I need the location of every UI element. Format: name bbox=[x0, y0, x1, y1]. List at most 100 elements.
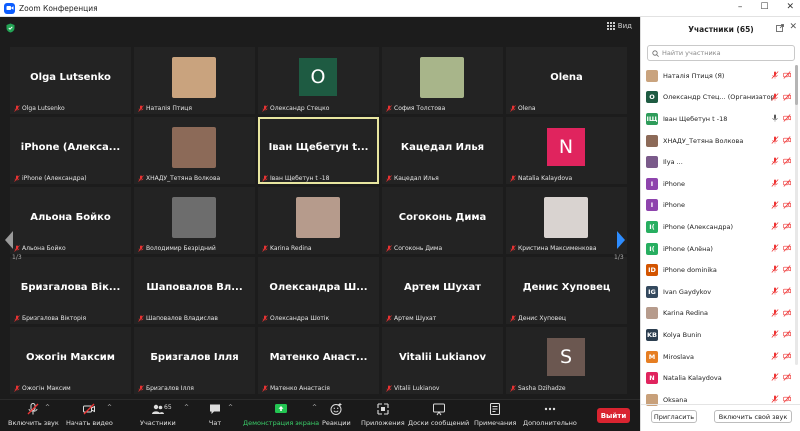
participant-tile[interactable]: София Толстова bbox=[382, 47, 503, 114]
unmute-button[interactable]: Включить звук bbox=[8, 402, 59, 427]
participant-avatar: IG bbox=[646, 285, 658, 298]
participant-tile[interactable]: O Олександр Стецко bbox=[258, 47, 379, 114]
participant-tile[interactable]: Шаповалов Вл... Шаповалов Владислав bbox=[134, 257, 255, 324]
tile-display-name: Артем Шухат bbox=[404, 282, 481, 293]
participant-name: iPhone bbox=[663, 201, 685, 210]
participant-tile[interactable]: Альона Бойко Альона Бойко bbox=[10, 187, 131, 254]
minimize-icon[interactable]: – bbox=[738, 2, 743, 12]
participant-tile[interactable]: Vitalii Lukianov Vitalii Lukianov bbox=[382, 327, 503, 394]
participant-tile[interactable]: Наталія Птиця bbox=[134, 47, 255, 114]
participant-row[interactable]: I(iPhone (Алёна) bbox=[641, 238, 793, 260]
start-video-button[interactable]: Начать видео bbox=[66, 402, 113, 427]
participant-tile[interactable]: Ожогін Максим Ожогін Максим bbox=[10, 327, 131, 394]
camera-off-icon bbox=[783, 308, 791, 317]
share-screen-button[interactable]: Демонстрация экрана bbox=[243, 402, 319, 427]
participant-row[interactable]: Karina Redina bbox=[641, 303, 793, 325]
more-button[interactable]: Дополнительно bbox=[523, 402, 577, 427]
notes-button[interactable]: Примечания bbox=[474, 402, 516, 427]
apps-button[interactable]: Приложения bbox=[361, 402, 405, 427]
mic-muted-icon bbox=[771, 287, 779, 295]
participant-name: Karina Redina bbox=[663, 309, 709, 318]
tile-display-name: Ожогін Максим bbox=[26, 352, 115, 363]
reactions-button[interactable]: Реакции bbox=[322, 402, 351, 427]
participant-status-icons bbox=[771, 330, 791, 338]
camera-off-icon bbox=[783, 351, 791, 360]
close-panel-icon[interactable]: ✕ bbox=[789, 22, 797, 32]
share-screen-label: Демонстрация экрана bbox=[243, 419, 320, 427]
tile-caption: iPhone (Александра) bbox=[14, 175, 127, 182]
participant-name: iPhone (Алёна) bbox=[663, 244, 713, 253]
tile-caption: Шаповалов Владислав bbox=[138, 315, 251, 322]
participant-tile[interactable]: Іван Щебетун t... Іван Щебетун t -18 bbox=[258, 117, 379, 184]
mic-muted-icon bbox=[386, 315, 392, 322]
maximize-icon[interactable]: ☐ bbox=[760, 2, 768, 12]
view-button[interactable]: Вид bbox=[606, 22, 632, 30]
participant-tile[interactable]: Согоконь Дима Согоконь Дима bbox=[382, 187, 503, 254]
tile-display-name: Іван Щебетун t... bbox=[268, 142, 369, 153]
tile-caption-name: Vitalii Lukianov bbox=[394, 385, 440, 392]
participants-count: 65 bbox=[164, 404, 172, 411]
panel-header: Участники (65) ✕ bbox=[641, 17, 800, 41]
tile-caption: Olena bbox=[510, 105, 623, 112]
participant-avatar bbox=[646, 156, 658, 169]
encryption-shield-icon[interactable] bbox=[6, 23, 15, 33]
participant-row[interactable]: I(iPhone (Александра) bbox=[641, 216, 793, 238]
participants-button[interactable]: Участники 65 bbox=[140, 402, 176, 427]
participant-tile[interactable]: Karina Redina bbox=[258, 187, 379, 254]
participant-row[interactable]: KB Kolya Bunin bbox=[641, 324, 793, 346]
whiteboards-button[interactable]: Доски сообщений bbox=[408, 402, 469, 427]
participant-row[interactable]: ХНАДУ_Тетяна Волкова bbox=[641, 130, 793, 152]
participant-tile[interactable]: Кристина Максименкова bbox=[506, 187, 627, 254]
previous-page-arrow-icon[interactable] bbox=[4, 230, 14, 250]
mic-muted-icon bbox=[14, 245, 20, 252]
participant-row[interactable]: N Natalia Kalaydova bbox=[641, 367, 793, 389]
unmute-self-button[interactable]: Включить свой звук bbox=[714, 410, 792, 423]
participant-tile[interactable]: N Natalia Kalaydova bbox=[506, 117, 627, 184]
participants-panel: Участники (65) ✕ Наталія Птиця (Я) O Олекс… bbox=[640, 17, 800, 431]
participant-row[interactable]: O Олександр Стец... (Организатор) bbox=[641, 87, 793, 109]
participant-tile[interactable]: Кацедал Илья Кацедал Илья bbox=[382, 117, 503, 184]
participant-row[interactable]: IG Ivan Gaydykov bbox=[641, 281, 793, 303]
camera-off-icon bbox=[783, 395, 791, 403]
participant-row[interactable]: M Miroslava bbox=[641, 346, 793, 368]
tile-caption: Денис Хуповец bbox=[510, 315, 623, 322]
participant-row[interactable]: Наталія Птиця (Я) bbox=[641, 65, 793, 87]
chat-button[interactable]: Чат bbox=[208, 402, 222, 427]
mic-muted-icon bbox=[771, 330, 779, 338]
participant-tile[interactable]: iPhone (Алекса... iPhone (Александра) bbox=[10, 117, 131, 184]
participant-name: Natalia Kalaydova bbox=[663, 374, 722, 383]
participant-tile[interactable]: Olga Lutsenko Olga Lutsenko bbox=[10, 47, 131, 114]
participant-tile[interactable]: ХНАДУ_Тетяна Волкова bbox=[134, 117, 255, 184]
tile-display-name: Альона Бойко bbox=[30, 212, 111, 223]
participant-row[interactable]: IiPhone bbox=[641, 195, 793, 217]
tile-photo bbox=[296, 197, 340, 238]
participant-tile[interactable]: S Sasha Dzihadze bbox=[506, 327, 627, 394]
meeting-toolbar: Включить звук ^ Начать видео ^ Участники… bbox=[0, 399, 640, 431]
participant-search[interactable] bbox=[647, 45, 795, 61]
participant-tile[interactable]: Олександра Ш... Олександра Шотік bbox=[258, 257, 379, 324]
participant-tile[interactable]: Olena Olena bbox=[506, 47, 627, 114]
leave-button[interactable]: Выйти bbox=[597, 408, 630, 423]
next-page-arrow-icon[interactable] bbox=[616, 230, 626, 250]
mic-muted-icon bbox=[262, 315, 268, 322]
participant-tile[interactable]: Володимир Безрідний bbox=[134, 187, 255, 254]
participant-tile[interactable]: Матенко Анаст... Матенко Анастасія bbox=[258, 327, 379, 394]
participant-row[interactable]: Ilya ... bbox=[641, 151, 793, 173]
participant-tile[interactable]: Артем Шухат Артем Шухат bbox=[382, 257, 503, 324]
search-input[interactable] bbox=[662, 49, 792, 57]
participant-tile[interactable]: Денис Хуповец Денис Хуповец bbox=[506, 257, 627, 324]
invite-button[interactable]: Пригласить bbox=[651, 410, 697, 423]
participant-status-icons bbox=[771, 265, 791, 274]
participant-tile[interactable]: Бризгалова Вік... Бризгалова Вікторія bbox=[10, 257, 131, 324]
participant-row[interactable]: IЩ Іван Щебетун t -18 bbox=[641, 108, 793, 130]
participant-tiles: Olga Lutsenko Olga Lutsenko Наталія Птиця O… bbox=[10, 47, 630, 397]
participant-tile[interactable]: Бризгалов Ілля Бризгалов Ілля bbox=[134, 327, 255, 394]
more-label: Дополнительно bbox=[523, 419, 577, 427]
close-window-icon[interactable]: ✕ bbox=[786, 2, 794, 12]
participant-list-scrollbar[interactable] bbox=[795, 65, 798, 365]
tile-avatar: O bbox=[299, 58, 337, 96]
pop-out-icon[interactable] bbox=[776, 24, 784, 32]
participant-avatar: KB bbox=[646, 328, 658, 341]
participant-row[interactable]: IiPhone bbox=[641, 173, 793, 195]
participant-row[interactable]: ID iPhone dominika bbox=[641, 259, 793, 281]
